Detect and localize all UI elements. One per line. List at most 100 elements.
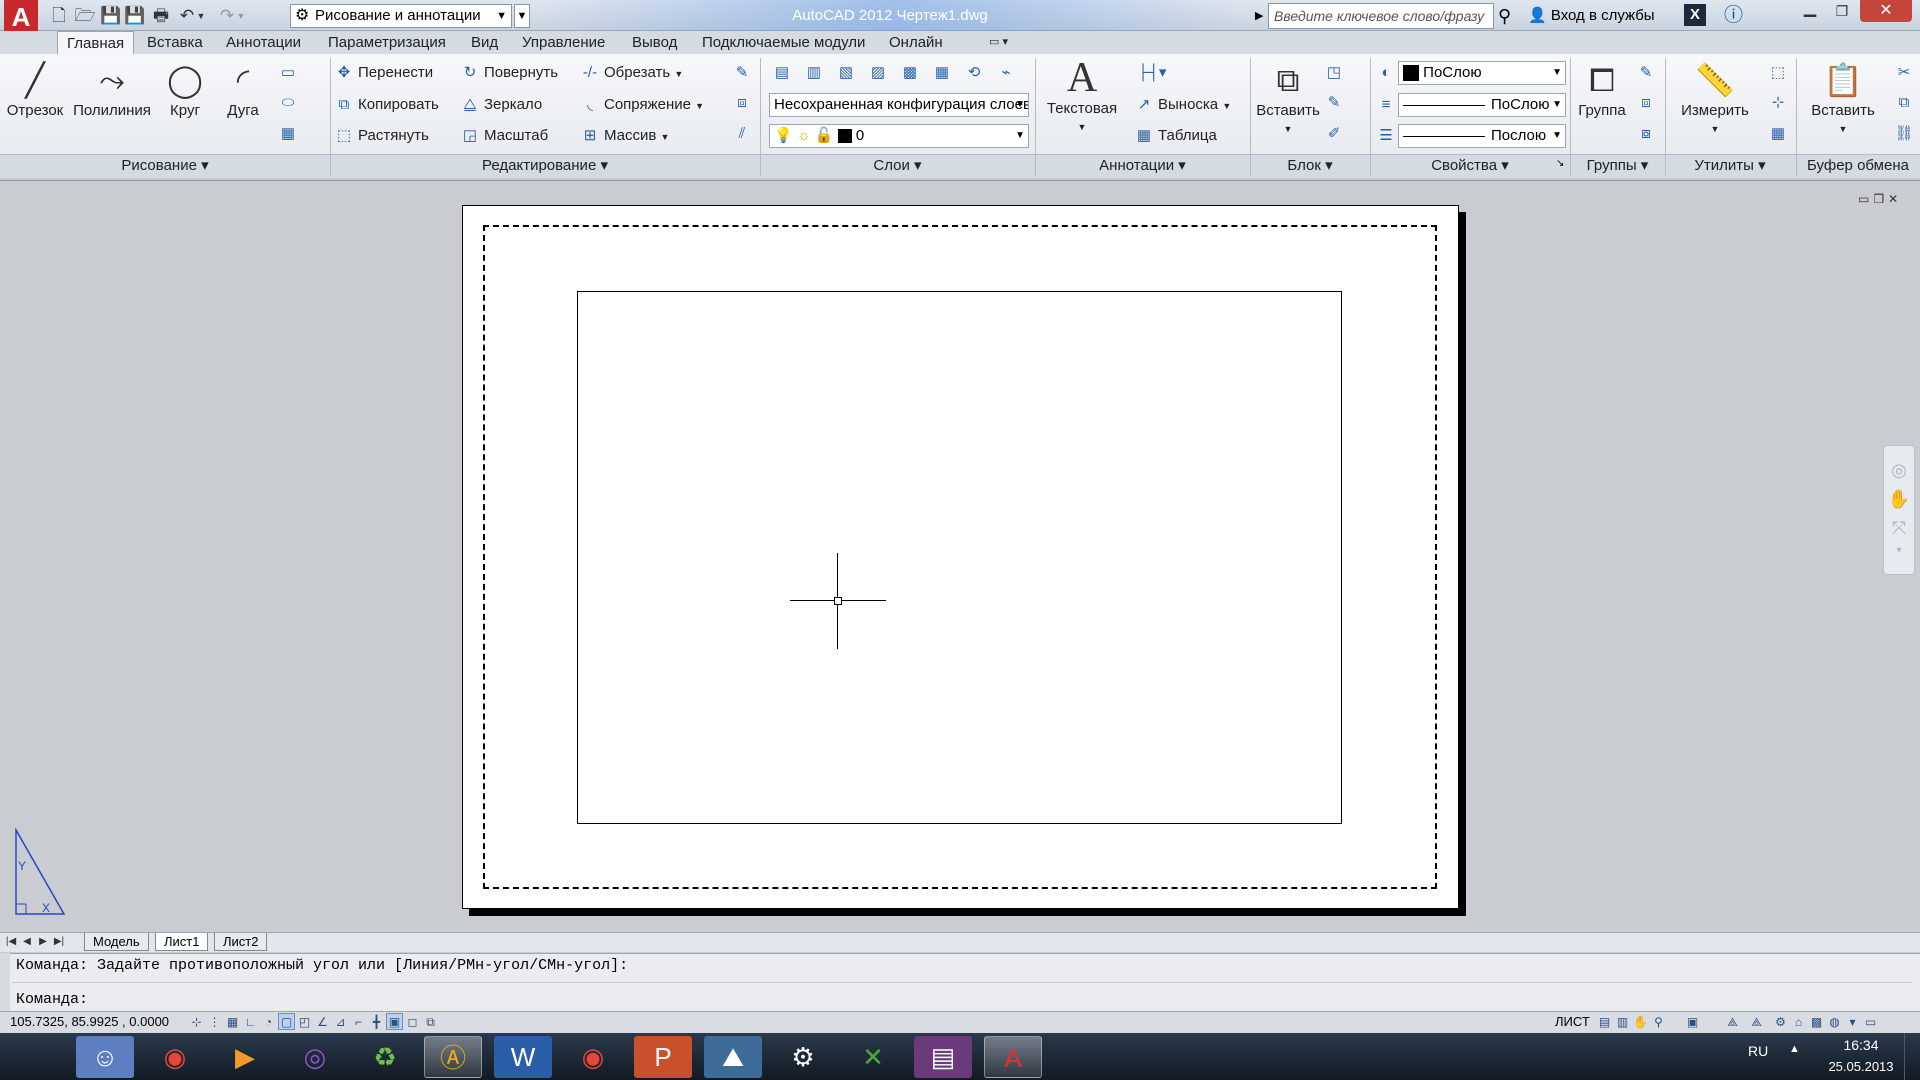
grid-icon[interactable]: ▦ <box>224 1013 241 1030</box>
layer-unisolate-icon[interactable]: ▨ <box>866 61 890 85</box>
isolate-objects-icon[interactable]: ◍ <box>1826 1013 1843 1030</box>
panel-title-properties[interactable]: Свойства ▾ <box>1370 156 1570 176</box>
winrar-icon[interactable]: ▤ <box>914 1036 972 1078</box>
zoom-icon[interactable]: ⤧ <box>1884 518 1914 539</box>
tab-insert[interactable]: Вставка <box>138 31 212 54</box>
workspace-switcher[interactable]: ⚙ Рисование и аннотации ▼ <box>290 4 512 28</box>
measure-button[interactable]: 📏 Измерить ▼ <box>1672 60 1758 136</box>
create-block-icon[interactable]: ◳ <box>1322 61 1346 85</box>
explode-icon[interactable]: ⧈ <box>730 91 754 115</box>
language-indicator[interactable]: RU <box>1748 1043 1768 1059</box>
osnap-icon[interactable]: ▢ <box>278 1013 295 1030</box>
undo-dropdown-icon[interactable]: ▼ <box>196 5 206 27</box>
annotation-visibility-icon[interactable]: ⟁ <box>1748 1013 1765 1030</box>
group-button[interactable]: ⧠ Группа <box>1574 60 1630 119</box>
print-icon[interactable]: 🖶 <box>150 5 172 27</box>
quick-select-icon[interactable]: ⬚ <box>1766 61 1790 85</box>
next-tab-icon[interactable]: ▶ <box>36 934 50 950</box>
help-icon[interactable]: ⓘ <box>1724 4 1750 28</box>
lock-ui-icon[interactable]: ⌂ <box>1790 1013 1807 1030</box>
trim-button[interactable]: -/- Обрезать ▼ <box>580 61 683 85</box>
copy-link-icon[interactable]: ⛓ <box>1892 122 1916 146</box>
scale-button[interactable]: ◲ Масштаб <box>460 124 548 148</box>
offset-icon[interactable]: ⫽ <box>730 122 754 146</box>
tab-online[interactable]: Онлайн <box>880 31 952 54</box>
maximize-button[interactable]: ❐ <box>1826 0 1858 22</box>
last-tab-icon[interactable]: ▶| <box>52 934 66 950</box>
chrome-icon[interactable]: ◉ <box>564 1036 622 1078</box>
close-window-button[interactable]: ✕ <box>1860 0 1912 22</box>
lineweight-toggle-icon[interactable]: ╋ <box>368 1013 385 1030</box>
move-button[interactable]: ✥ Перенести <box>334 61 433 85</box>
layer-walk-icon[interactable]: ⌁ <box>994 61 1018 85</box>
layout-tab-model[interactable]: Модель <box>84 933 149 951</box>
ungroup-icon[interactable]: ✎ <box>1634 61 1658 85</box>
transparency-icon[interactable]: ▣ <box>386 1013 403 1030</box>
tab-manage[interactable]: Управление <box>513 31 614 54</box>
snap-mode-icon[interactable]: ⋮ <box>206 1013 223 1030</box>
show-desktop-button[interactable] <box>1904 1033 1920 1080</box>
polar-icon[interactable]: ◔ <box>260 1013 277 1030</box>
steering-wheel-icon[interactable]: ◎ <box>1884 460 1914 481</box>
polyline-button[interactable]: ⤳ Полилиния <box>70 60 154 119</box>
undo-icon[interactable]: ↶ <box>176 5 198 27</box>
layout-tab-sheet1[interactable]: Лист1 <box>155 933 209 951</box>
layer-state-icon[interactable]: ▥ <box>802 61 826 85</box>
ellipse-icon[interactable]: ⬭ <box>276 91 300 115</box>
table-button[interactable]: ▦ Таблица <box>1134 124 1217 148</box>
panel-title-layers[interactable]: Слои ▾ <box>760 156 1035 176</box>
layer-isolate-icon[interactable]: ▧ <box>834 61 858 85</box>
match-properties-icon[interactable]: ◐ <box>1374 61 1398 85</box>
hatch-icon[interactable]: ▦ <box>276 122 300 146</box>
panel-title-modify[interactable]: Редактирование ▾ <box>330 156 760 176</box>
layer-freeze-icon[interactable]: ▩ <box>898 61 922 85</box>
otrack-icon[interactable]: ∠ <box>314 1013 331 1030</box>
chevron-down-icon[interactable]: ▾ <box>1884 545 1914 556</box>
tab-view[interactable]: Вид <box>462 31 507 54</box>
autocad-icon[interactable]: A <box>984 1036 1042 1078</box>
photo-viewer-icon[interactable]: ⛰ <box>704 1036 762 1078</box>
redo-dropdown-icon[interactable]: ▼ <box>236 5 246 27</box>
rotate-button[interactable]: ↻ Повернуть <box>460 61 558 85</box>
array-button[interactable]: ⊞ Массив ▼ <box>580 124 670 148</box>
maximize-viewport-icon[interactable]: ▣ <box>1684 1013 1701 1030</box>
xrumer-icon[interactable]: ✕ <box>844 1036 902 1078</box>
start-button[interactable] <box>18 1038 58 1078</box>
dyn-icon[interactable]: ⌐ <box>350 1013 367 1030</box>
group-select-icon[interactable]: ⧇ <box>1634 122 1658 146</box>
prev-tab-icon[interactable]: ◀ <box>20 934 34 950</box>
text-button[interactable]: A Текстовая ▼ <box>1042 57 1122 134</box>
powerpoint-icon[interactable]: P <box>634 1036 692 1078</box>
stretch-button[interactable]: ⬚ Растянуть <box>334 124 429 148</box>
autocad-icon[interactable]: Ⓐ <box>424 1036 482 1078</box>
copy-clip-icon[interactable]: ⧉ <box>1892 91 1916 115</box>
ribbon-minimize-icon[interactable]: ▭ ▾ <box>980 31 1017 54</box>
paste-button[interactable]: 📋 Вставить ▼ <box>1806 60 1880 136</box>
fillet-button[interactable]: ◟ Сопряжение ▼ <box>580 93 704 117</box>
torrent-icon[interactable]: ◎ <box>286 1036 344 1078</box>
command-input[interactable]: Команда: <box>16 991 88 1008</box>
hardware-acceleration-icon[interactable]: ▩ <box>1808 1013 1825 1030</box>
save-icon[interactable]: 💾 <box>100 5 122 27</box>
layer-state-select[interactable]: Несохраненная конфигурация слоев ▼ <box>769 93 1029 117</box>
linetype-select[interactable]: Послою ▼ <box>1398 124 1566 148</box>
minimize-button[interactable]: ▁ <box>1794 0 1826 22</box>
word-icon[interactable]: W <box>494 1036 552 1078</box>
layer-off-icon[interactable]: ▦ <box>930 61 954 85</box>
clock-time[interactable]: 16:34 <box>1826 1037 1896 1053</box>
application-menu-button[interactable]: A <box>4 0 38 34</box>
cleaner-icon[interactable]: ♻ <box>356 1036 414 1078</box>
3d-osnap-icon[interactable]: ◰ <box>296 1013 313 1030</box>
command-line-grip[interactable] <box>0 953 10 1011</box>
layout-viewport[interactable] <box>577 291 1342 824</box>
panel-title-annotation[interactable]: Аннотации ▾ <box>1035 156 1250 176</box>
quick-access-menu-button[interactable]: ▼ <box>514 4 530 28</box>
panel-title-clipboard[interactable]: Буфер обмена <box>1796 156 1920 176</box>
dimension-icon[interactable]: ├┤▾ <box>1132 61 1172 85</box>
arc-button[interactable]: ◜ Дуга <box>216 60 270 119</box>
navigation-bar[interactable]: ◎ ✋ ⤧ ▾ <box>1883 445 1915 575</box>
steam-icon[interactable]: ⚙ <box>774 1036 832 1078</box>
layer-select[interactable]: 💡 ☼ 🔓 0 ▼ <box>769 124 1029 148</box>
redo-icon[interactable]: ↷ <box>216 5 238 27</box>
open-file-icon[interactable]: 🗁 <box>74 5 96 27</box>
